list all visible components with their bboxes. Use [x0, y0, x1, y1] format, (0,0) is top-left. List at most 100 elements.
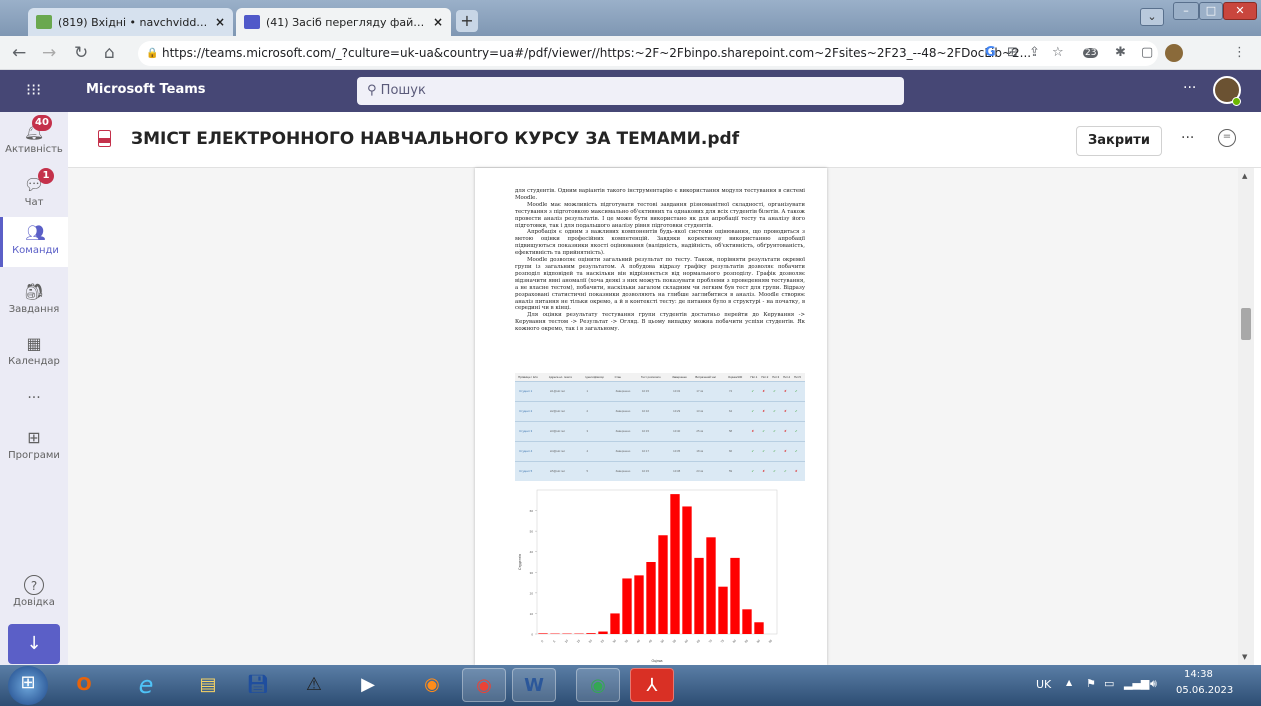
close-button[interactable]: Закрити [1076, 126, 1162, 156]
google-icon[interactable]: G [985, 45, 996, 60]
table-cell: ✔ [783, 460, 795, 481]
extensions-puzzle-icon[interactable]: ✱ [1115, 45, 1126, 60]
x-tick-label: 95 [768, 638, 773, 643]
table-cell: ✘ [783, 380, 795, 401]
search-icon: ⚲ [367, 83, 377, 98]
table-cell: 18 хв [695, 440, 728, 461]
ie-icon[interactable]: e [124, 668, 168, 702]
rail-item-activity[interactable]: 🔔︎ Активність 40 [0, 115, 68, 155]
scroll-up-icon[interactable]: ▲ [1242, 172, 1247, 180]
table-cell: Завершено [614, 380, 641, 401]
extension-badge[interactable]: 23 [1083, 48, 1099, 58]
scroll-down-icon[interactable]: ▼ [1242, 653, 1247, 661]
table-cell: 10:38 [672, 460, 696, 481]
histogram-bar [694, 557, 704, 634]
save-icon[interactable]: 💾︎ [236, 668, 280, 702]
app-launcher-icon[interactable]: ⁝⁝⁝ [26, 80, 41, 99]
y-tick-label: 40 [530, 550, 534, 554]
rail-item-help[interactable]: ? Довідка [0, 575, 68, 608]
reload-icon[interactable]: ↻ [74, 43, 88, 63]
page-text: для студентів. Одним варіантів такого ін… [515, 188, 805, 333]
forward-icon[interactable]: → [42, 43, 56, 63]
table-cell: ✘ [761, 400, 773, 421]
table-cell: 13 хв [695, 400, 728, 421]
grades-histogram: 0 10 20 30 40 50 60 0 5 10 15 20 25 30 35 40 45 50 55 60 65 7… [518, 489, 778, 663]
address-bar[interactable]: 🔒 https://teams.microsoft.com/_?culture=… [138, 41, 1158, 66]
maximize-icon[interactable]: □ [1199, 2, 1223, 20]
download-app-button[interactable]: ↓ [8, 624, 60, 664]
volume-icon[interactable]: 🔊︎ [1150, 677, 1157, 691]
firefox-icon[interactable]: ◉ [410, 668, 454, 702]
office-icon[interactable]: O [62, 668, 106, 702]
autocad-icon[interactable]: ⚠ [292, 668, 336, 702]
tab-search-icon[interactable]: ⌄ [1140, 8, 1164, 26]
clock-date[interactable]: 05.06.2023 [1176, 685, 1233, 696]
media-player-icon[interactable]: ▶ [346, 668, 390, 702]
search-input[interactable]: ⚲ Пошук [357, 77, 904, 105]
close-tab-icon[interactable]: × [215, 15, 225, 29]
table-cell: 10:15 [641, 420, 673, 441]
power-icon[interactable]: ▭ [1104, 677, 1114, 690]
chat-badge: 1 [38, 168, 54, 184]
app-name: Microsoft Teams [86, 82, 206, 97]
profile-avatar-icon[interactable] [1165, 44, 1183, 62]
show-hidden-icons-icon[interactable]: ▲ [1066, 678, 1072, 687]
clock-time[interactable]: 14:38 [1184, 669, 1213, 680]
table-cell: 74 [728, 380, 751, 401]
browser-tab-pdf[interactable]: (41) Засіб перегляду файлів PDF × [236, 8, 451, 36]
x-tick-label: 90 [756, 638, 761, 643]
chrome-icon[interactable]: ◉ [462, 668, 506, 702]
more-options-icon[interactable]: ··· [1181, 130, 1194, 146]
table-cell: Завершено [614, 400, 641, 421]
settings-more-icon[interactable]: ··· [1183, 80, 1196, 96]
histogram-bar [538, 633, 548, 634]
back-icon[interactable]: ← [12, 43, 26, 63]
rail-item-apps[interactable]: ⊞ Програми [0, 428, 68, 461]
explorer-icon[interactable]: ▤ [186, 668, 230, 702]
histogram-bar [646, 562, 656, 634]
x-tick-label: 15 [576, 638, 581, 643]
start-orb[interactable]: ⊞ [8, 666, 48, 705]
table-cell: 2 [585, 400, 615, 421]
chrome-profile-icon[interactable]: ◉ [576, 668, 620, 702]
url-text: https://teams.microsoft.com/_?culture=uk… [162, 46, 1032, 60]
table-cell: Студент 5 [518, 460, 549, 481]
rail-item-teams[interactable]: 👥︎ Команди [0, 217, 68, 267]
histogram-bar [730, 557, 740, 634]
network-icon[interactable]: ▂▄▆ [1124, 677, 1149, 690]
word-icon[interactable]: W [512, 668, 556, 702]
side-panel-icon[interactable]: ▢ [1141, 45, 1153, 60]
scrollbar-thumb[interactable] [1241, 308, 1251, 340]
bookmark-star-icon[interactable]: ☆ [1052, 45, 1064, 60]
document-header: ЗМІСТ ЕЛЕКТРОННОГО НАВЧАЛЬНОГО КУРСУ ЗА … [68, 112, 1261, 168]
new-tab-button[interactable]: + [456, 10, 478, 32]
histogram-bar [622, 578, 632, 634]
x-tick-label: 60 [684, 638, 689, 643]
table-header-cell: Оцінка/100 [728, 373, 751, 381]
browser-menu-icon[interactable]: ⋮ [1233, 45, 1246, 60]
rail-label: Чат [24, 197, 44, 208]
table-header-cell: Стан [614, 373, 641, 381]
pdf-viewer[interactable]: для студентів. Одним варіантів такого ін… [68, 168, 1238, 665]
table-cell: ✔ [772, 460, 784, 481]
browser-tab-mail[interactable]: (819) Вхідні • navchviddil@ukr.net × [28, 8, 233, 36]
x-tick-label: 75 [720, 638, 725, 643]
action-center-flag-icon[interactable]: ⚑ [1086, 677, 1096, 690]
close-tab-icon[interactable]: × [433, 15, 443, 29]
home-icon[interactable]: ⌂ [104, 43, 115, 63]
window-close-icon[interactable]: ✕ [1223, 2, 1257, 20]
histogram-bar [718, 586, 728, 634]
translate-icon[interactable]: ⊞ [1007, 45, 1018, 60]
rail-item-chat[interactable]: 💬︎ Чат 1 [0, 168, 68, 208]
acrobat-icon[interactable]: ⅄ [630, 668, 674, 702]
minimize-icon[interactable]: – [1173, 2, 1199, 20]
rail-item-more[interactable]: ... [0, 386, 68, 402]
share-icon[interactable]: ⇪ [1029, 45, 1040, 60]
rail-item-assignments[interactable]: 🎒︎ Завдання [0, 282, 68, 315]
rail-item-calendar[interactable]: ▦ Календар [0, 334, 68, 367]
table-cell: ✔ [794, 420, 805, 441]
conversation-icon[interactable]: = [1218, 129, 1236, 147]
vertical-scrollbar[interactable]: ▲ ▼ [1238, 168, 1254, 665]
help-icon: ? [24, 575, 44, 595]
input-language[interactable]: UK [1036, 678, 1051, 691]
